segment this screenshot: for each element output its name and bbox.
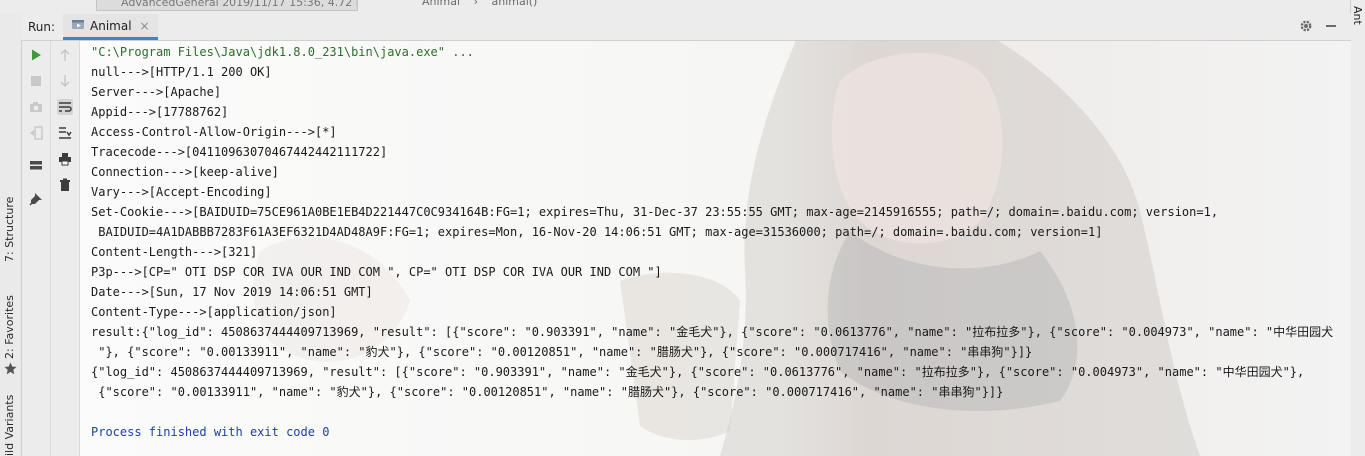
run-config-icon — [71, 17, 85, 34]
run-panel-header: Run: Animal × — [21, 14, 1351, 41]
ant-tool-tab[interactable]: Ant — [1351, 6, 1364, 25]
console-line: P3p--->[CP=" OTI DSP COR IVA OUR IND COM… — [91, 265, 662, 279]
run-config-tab-label: Animal — [90, 18, 132, 33]
right-tool-stripe: Ant — [1350, 0, 1365, 456]
layout-icon[interactable] — [28, 157, 44, 173]
console-line: Connection--->[keep-alive] — [91, 165, 279, 179]
soft-wrap-icon[interactable] — [57, 99, 73, 115]
editor-file-tab[interactable]: AdvancedGeneral 2019/11/17 15:36, 4.72 K… — [96, 0, 358, 11]
structure-tab-label: 7: Structure — [3, 196, 16, 262]
breadcrumb-separator: › — [473, 0, 478, 8]
ant-tab-label: Ant — [1351, 6, 1364, 25]
console-line: Content-Type--->[application/json] — [91, 305, 337, 319]
rerun-icon[interactable] — [28, 47, 44, 63]
console-command-line: "C:\Program Files\Java\jdk1.8.0_231\bin\… — [91, 45, 474, 59]
arrow-up-icon[interactable] — [57, 47, 73, 63]
console-line: {"log_id": 4508637444409713969, "result"… — [91, 365, 1305, 379]
scroll-to-end-icon[interactable] — [57, 125, 73, 141]
favorites-tab-label: 2: Favorites — [3, 295, 16, 359]
console-line: Content-Length--->[321] — [91, 245, 258, 259]
pin-icon[interactable] — [28, 191, 44, 207]
arrow-down-icon[interactable] — [57, 73, 73, 89]
console-line: Vary--->[Accept-Encoding] — [91, 185, 272, 199]
console-line: "}, {"score": "0.00133911", "name": "豹犬"… — [91, 345, 1033, 359]
trash-icon[interactable] — [57, 177, 73, 193]
breadcrumb-class[interactable]: Animal — [422, 0, 460, 8]
exit-icon[interactable] — [28, 125, 44, 141]
print-icon[interactable] — [57, 151, 73, 167]
build-variants-tab-label: ild Variants — [3, 394, 16, 456]
console-line: Server--->[Apache] — [91, 85, 222, 99]
favorites-tool-tab[interactable]: 2: Favorites — [3, 295, 16, 359]
console-line: result:{"log_id": 4508637444409713969, "… — [91, 325, 1334, 339]
file-tab-name: AdvancedGeneral — [121, 0, 219, 9]
console-line: null--->[HTTP/1.1 200 OK] — [91, 65, 272, 79]
editor-tab-strip: AdvancedGeneral 2019/11/17 15:36, 4.72 K… — [0, 0, 1365, 15]
console-line: BAIDUID=4A1DABBB7283F61A3EF6321D4AD48A9F… — [91, 225, 1103, 239]
run-panel-title: Run: — [28, 20, 56, 34]
build-variants-tool-tab[interactable]: ild Variants — [3, 395, 16, 456]
stop-icon[interactable] — [28, 73, 44, 89]
minimize-icon[interactable] — [1325, 18, 1337, 36]
file-tab-meta: 2019/11/17 15:36, 4.72 KB — [222, 0, 358, 9]
console-exit-line: Process finished with exit code 0 — [91, 425, 330, 439]
star-icon — [4, 362, 17, 375]
console-line: {"score": "0.00133911", "name": "豹犬"}, {… — [91, 385, 1004, 399]
dump-threads-icon[interactable] — [28, 99, 44, 115]
console-actions-toolbar — [51, 41, 80, 456]
console-line: Appid--->[17788762] — [91, 105, 229, 119]
left-tool-stripe: 7: Structure 2: Favorites ild Variants — [0, 14, 22, 456]
console-line: Tracecode--->[04110963070467442442111722… — [91, 145, 388, 159]
run-actions-toolbar — [22, 41, 51, 456]
console-line: Set-Cookie--->[BAIDUID=75CE961A0BE1EB4D2… — [91, 205, 1219, 219]
breadcrumb-method[interactable]: animal() — [491, 0, 537, 8]
gear-icon[interactable] — [1299, 19, 1313, 37]
breadcrumb: Animal › animal() — [422, 0, 537, 8]
console-line: Access-Control-Allow-Origin--->[*] — [91, 125, 337, 139]
close-icon[interactable]: × — [140, 19, 150, 33]
console-line: Date--->[Sun, 17 Nov 2019 14:06:51 GMT] — [91, 285, 373, 299]
structure-tool-tab[interactable]: 7: Structure — [3, 197, 16, 262]
console-output[interactable]: "C:\Program Files\Java\jdk1.8.0_231\bin\… — [80, 41, 1351, 456]
run-config-tab[interactable]: Animal × — [63, 14, 158, 40]
